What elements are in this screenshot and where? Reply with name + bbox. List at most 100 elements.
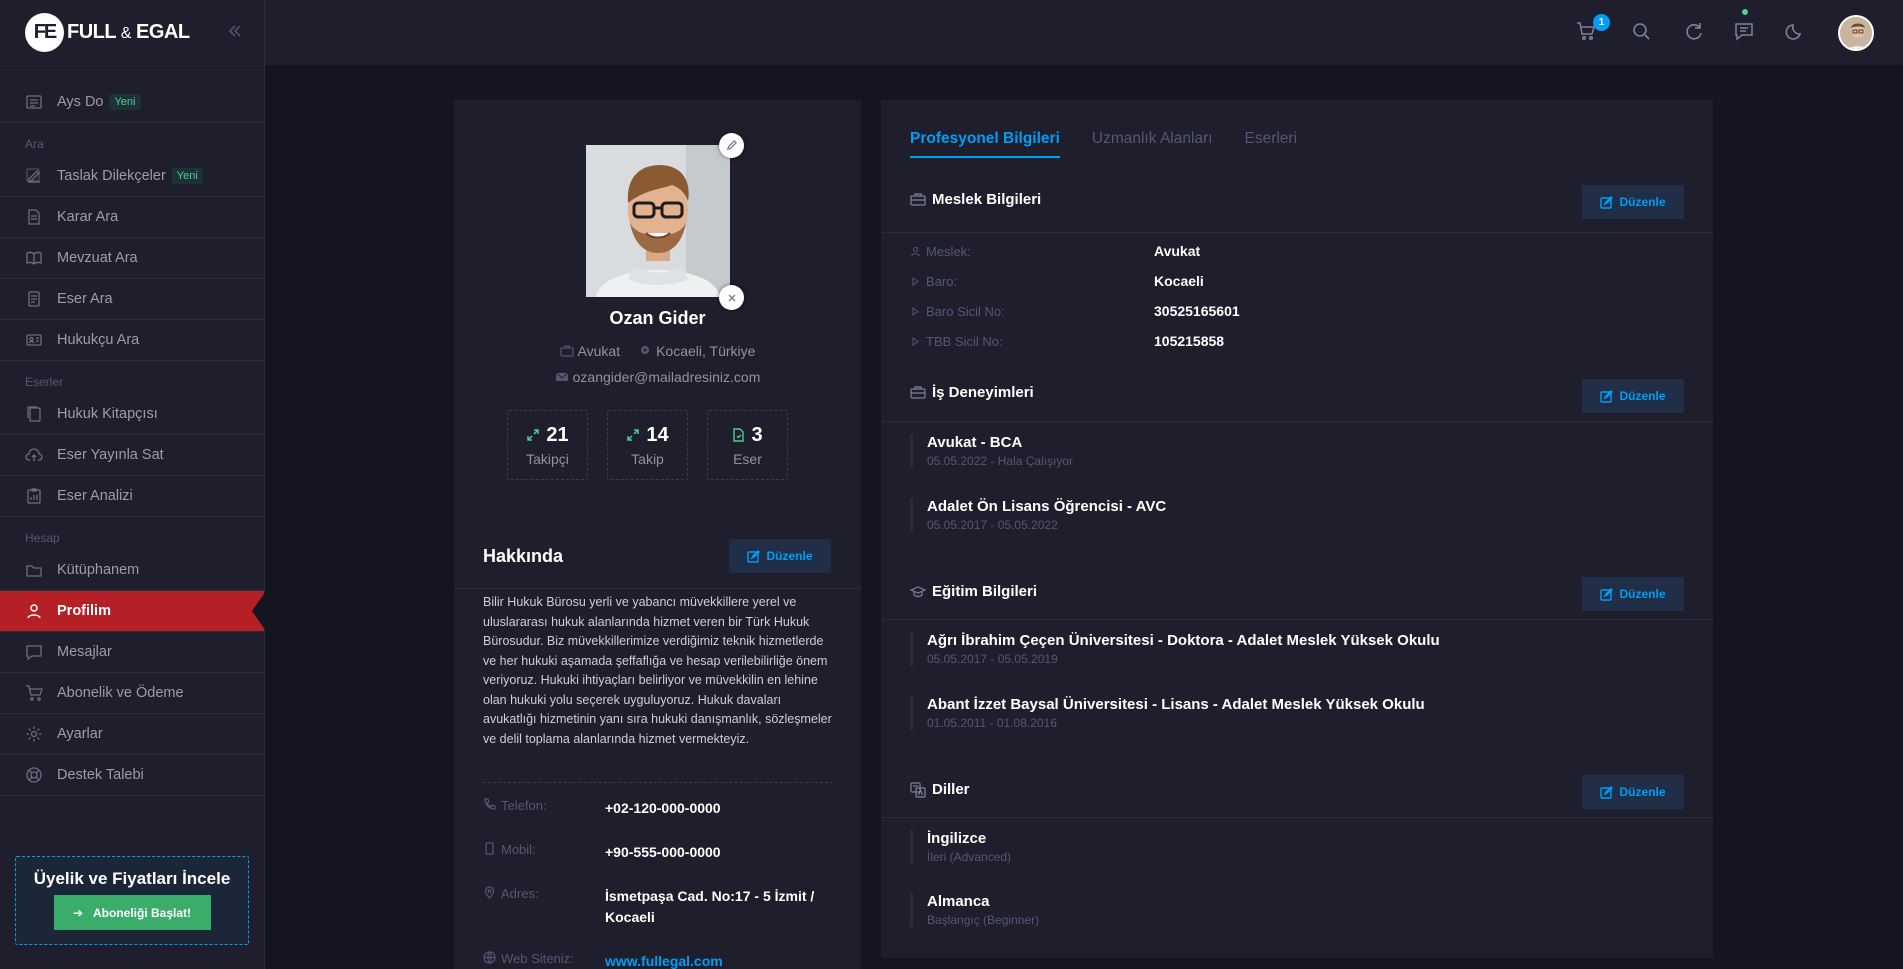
about-divider: [454, 588, 861, 589]
contact-label: Telefon:: [501, 798, 547, 813]
sidebar-item-eser-analizi[interactable]: Eser Analizi: [0, 476, 264, 517]
sidebar: FE FULL & EGAL Ays Do Yeni Ara Taslak Di…: [0, 0, 266, 969]
sidebar-item-eser-yayinla-sat[interactable]: Eser Yayınla Sat: [0, 435, 264, 476]
tab-professional-info[interactable]: Profesyonel Bilgileri: [910, 130, 1060, 158]
start-subscription-button[interactable]: ➔ Aboneliği Başlat!: [53, 895, 211, 930]
contact-value: İsmetpaşa Cad. No:17 - 5 İzmit / Kocaeli: [605, 888, 815, 925]
edit-photo-button[interactable]: [719, 133, 744, 158]
sidebar-item-taslak-dilekceler[interactable]: Taslak Dilekçeler Yeni: [0, 156, 264, 197]
refresh-icon[interactable]: [1683, 20, 1705, 42]
contact-label-wrap: Web Siteniz:: [483, 951, 605, 969]
tab-expertise[interactable]: Uzmanlık Alanları: [1092, 130, 1213, 158]
stat-followers[interactable]: 21 Takipçi: [507, 410, 588, 480]
education-item: Abant İzzet Baysal Üniversitesi - Lisans…: [910, 696, 1425, 730]
profile-name: Ozan Gider: [609, 308, 706, 328]
sidebar-menu: Ays Do Yeni Ara Taslak Dilekçeler Yeni K…: [0, 65, 266, 796]
section-title-label: Eğitim Bilgileri: [932, 583, 1038, 600]
cart-button[interactable]: 1: [1575, 14, 1610, 42]
cart-icon: [25, 684, 43, 702]
sidebar-item-kutuphanem[interactable]: Kütüphanem: [0, 550, 264, 591]
book-icon: [25, 249, 43, 267]
page-icon: [25, 290, 43, 308]
stat-value: 3: [751, 423, 763, 446]
user-avatar[interactable]: [1838, 15, 1874, 51]
play-icon: [910, 276, 921, 287]
tab-works[interactable]: Eserleri: [1245, 130, 1298, 158]
info-label: Meslek:: [926, 243, 971, 259]
contact-website: Web Siteniz: www.fullegal.com: [483, 951, 833, 969]
brand[interactable]: FE FULL & EGAL: [0, 0, 264, 65]
education-title: Ağrı İbrahim Çeçen Üniversitesi - Doktor…: [927, 632, 1440, 649]
new-badge: Yeni: [109, 94, 141, 110]
profession-label: Avukat: [577, 343, 621, 359]
section-title-label: Diller: [932, 781, 970, 798]
sidebar-item-label: Hukukçu Ara: [57, 332, 140, 348]
sidebar-item-ays-do[interactable]: Ays Do Yeni: [0, 82, 264, 123]
info-value: 30525165601: [1154, 303, 1240, 319]
sidebar-item-label: Mevzuat Ara: [57, 250, 138, 266]
edit-education-button[interactable]: Düzenle: [1582, 577, 1684, 611]
stat-following[interactable]: 14 Takip: [607, 410, 688, 480]
sidebar-item-mevzuat-ara[interactable]: Mevzuat Ara: [0, 238, 264, 279]
arrow-right-icon: ➔: [72, 905, 84, 920]
play-icon: [910, 336, 921, 347]
stat-label: Takip: [631, 450, 664, 467]
section-divider: [881, 421, 1713, 422]
sidebar-item-karar-ara[interactable]: Karar Ara: [0, 197, 264, 238]
contact-label-wrap: Mobil:: [483, 842, 605, 863]
website-link[interactable]: www.fullegal.com: [605, 951, 723, 969]
pencil-icon: [726, 140, 737, 151]
sidebar-item-eser-ara[interactable]: Eser Ara: [0, 279, 264, 320]
remove-photo-button[interactable]: [719, 285, 744, 310]
edit-languages-button[interactable]: Düzenle: [1582, 775, 1684, 809]
topbar: 1: [265, 0, 1903, 65]
sidebar-item-label: Profilim: [57, 603, 111, 619]
sidebar-item-label: Karar Ara: [57, 209, 119, 225]
sidebar-item-abonelik-ve-odeme[interactable]: Abonelik ve Ödeme: [0, 673, 264, 714]
subscription-promo: Üyelik ve Fiyatları İncele ➔ Aboneliği B…: [15, 856, 249, 945]
search-icon[interactable]: [1630, 20, 1652, 42]
document-icon: [25, 208, 43, 226]
about-title: Hakkında: [483, 546, 564, 566]
sidebar-item-label: Taslak Dilekçeler: [57, 168, 166, 184]
education-title: Abant İzzet Baysal Üniversitesi - Lisans…: [927, 696, 1425, 713]
language-level: İleri (Advanced): [927, 850, 1012, 864]
info-row-bar-registry: Baro Sicil No: 30525165601: [910, 303, 1240, 319]
language-name: Almanca: [927, 893, 990, 910]
section-divider: [881, 232, 1713, 233]
contact-address: Adres: İsmetpaşa Cad. No:17 - 5 İzmit / …: [483, 886, 833, 928]
collapse-sidebar-icon[interactable]: [226, 22, 244, 40]
info-value: Avukat: [1154, 243, 1201, 259]
info-label: Baro:: [926, 273, 958, 289]
info-row-profession: Meslek: Avukat: [910, 243, 1200, 259]
sidebar-item-label: Abonelik ve Ödeme: [57, 685, 184, 701]
dark-mode-icon[interactable]: [1784, 20, 1806, 42]
stat-works[interactable]: 3 Eser: [707, 410, 788, 480]
sidebar-item-mesajlar[interactable]: Mesajlar: [0, 632, 264, 673]
messages-button[interactable]: [1733, 9, 1755, 42]
edit-experience-button[interactable]: Düzenle: [1582, 379, 1684, 413]
menu-section-works: Eserler: [25, 375, 64, 389]
sidebar-item-hukukcu-ara[interactable]: Hukukçu Ara: [0, 320, 264, 361]
sidebar-item-destek-talebi[interactable]: Destek Talebi: [0, 755, 264, 796]
edit-job-button[interactable]: Düzenle: [1582, 185, 1684, 219]
info-row-bar: Baro: Kocaeli: [910, 273, 1204, 289]
cart-count-badge: 1: [1593, 14, 1610, 31]
section-divider: [881, 619, 1713, 620]
education-dates: 05.05.2017 - 05.05.2019: [927, 652, 1058, 666]
edit-about-button[interactable]: Düzenle: [729, 539, 831, 573]
education-dates: 01.05.2011 - 01.08.2016: [927, 716, 1057, 730]
translate-icon: [910, 781, 926, 798]
globe-icon: [483, 951, 496, 964]
language-item: Almanca Başlangıç (Beginner): [910, 893, 1039, 927]
mobile-icon: [483, 842, 496, 855]
edit-icon: [747, 549, 761, 563]
contact-mobile: Mobil: +90-555-000-0000: [483, 842, 833, 863]
stat-works-value-wrap: 3: [732, 423, 763, 447]
briefcase-icon: [910, 192, 926, 208]
stat-followers-value-wrap: 21: [526, 424, 569, 447]
sidebar-item-label: Ayarlar: [57, 726, 103, 742]
sidebar-item-hukuk-kitapcisi[interactable]: Hukuk Kitapçısı: [0, 394, 264, 435]
sidebar-item-profilim[interactable]: Profilim: [0, 591, 266, 632]
sidebar-item-ayarlar[interactable]: Ayarlar: [0, 714, 264, 755]
